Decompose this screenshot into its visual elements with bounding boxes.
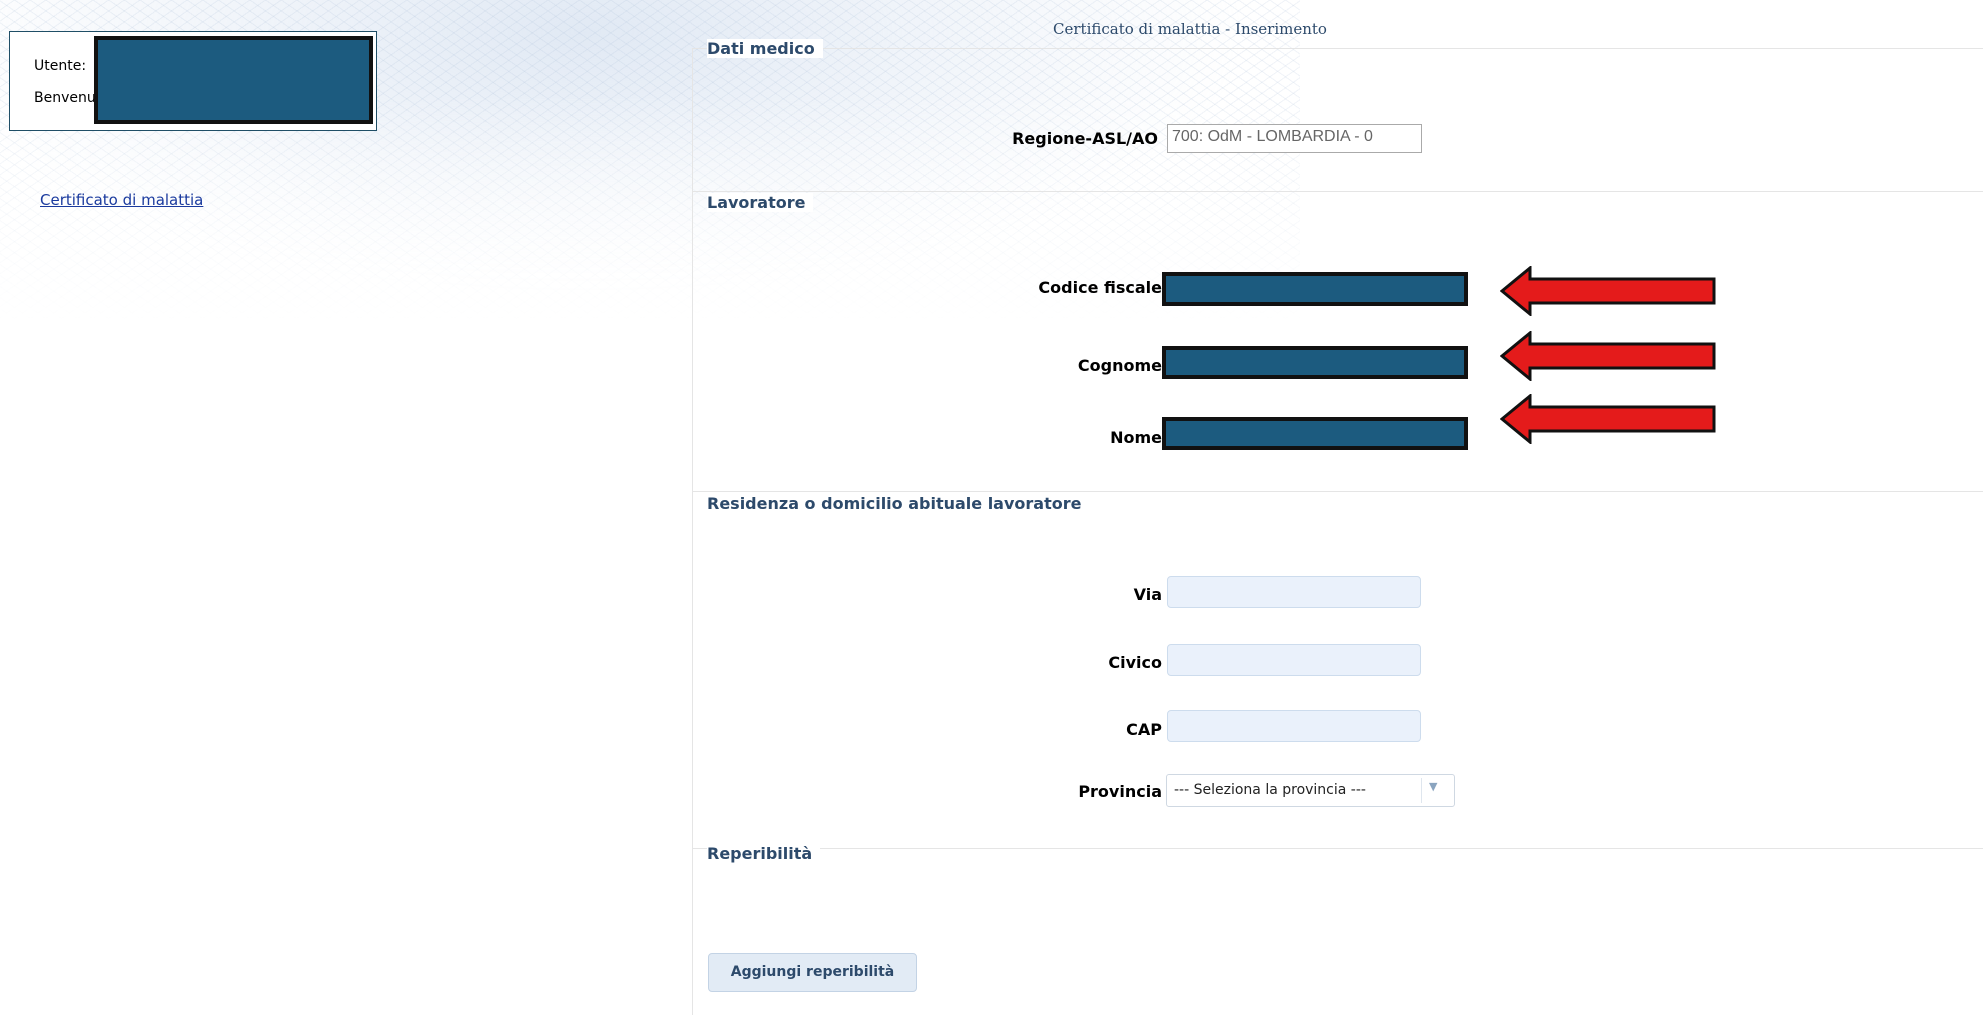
section-title-reperibilita: Reperibilità [707, 844, 821, 863]
nome-field-redacted[interactable] [1162, 417, 1468, 450]
section-title-lavoratore: Lavoratore [707, 193, 814, 212]
cognome-label: Cognome [1077, 356, 1162, 375]
via-label: Via [1133, 585, 1162, 604]
cap-label: CAP [1126, 720, 1162, 739]
section-title-dati-medico: Dati medico [707, 39, 823, 58]
section-divider-residenza [692, 491, 1983, 492]
codice-fiscale-field-redacted[interactable] [1162, 272, 1468, 306]
redacted-user-name [94, 36, 373, 124]
regione-asl-label: Regione-ASL/AO [1012, 129, 1158, 148]
cap-input[interactable] [1167, 710, 1421, 742]
cognome-field-redacted[interactable] [1162, 346, 1468, 379]
provincia-label: Provincia [1078, 782, 1162, 801]
red-arrow-icon [1500, 394, 1716, 444]
aggiungi-reperibilita-button[interactable]: Aggiungi reperibilità [708, 953, 917, 992]
user-info-panel: Utente: Benvenu [9, 31, 377, 131]
welcome-label: Benvenu [34, 90, 96, 106]
regione-asl-field[interactable]: 700: OdM - LOMBARDIA - 0 [1167, 124, 1422, 153]
civico-input[interactable] [1167, 644, 1421, 676]
form-left-border [692, 48, 693, 1015]
section-title-residenza: Residenza o domicilio abituale lavorator… [707, 494, 1090, 513]
section-divider-lavoratore [692, 191, 1983, 192]
via-input[interactable] [1167, 576, 1421, 608]
user-label: Utente: [34, 58, 87, 74]
section-divider-reperibilita [692, 848, 1983, 849]
provincia-selected-value: --- Seleziona la provincia --- [1174, 782, 1366, 798]
red-arrow-icon [1500, 266, 1716, 316]
codice-fiscale-label: Codice fiscale [1038, 278, 1162, 297]
select-separator [1421, 778, 1422, 803]
sidebar-link-certificato[interactable]: Certificato di malattia [40, 191, 203, 209]
nome-label: Nome [1110, 428, 1162, 447]
section-divider-medico [692, 48, 1983, 49]
civico-label: Civico [1108, 653, 1162, 672]
chevron-down-icon[interactable]: ▼ [1429, 780, 1437, 793]
provincia-select[interactable]: --- Seleziona la provincia --- ▼ [1166, 774, 1455, 807]
red-arrow-icon [1500, 331, 1716, 381]
page-title: Certificato di malattia - Inserimento [1053, 20, 1327, 38]
